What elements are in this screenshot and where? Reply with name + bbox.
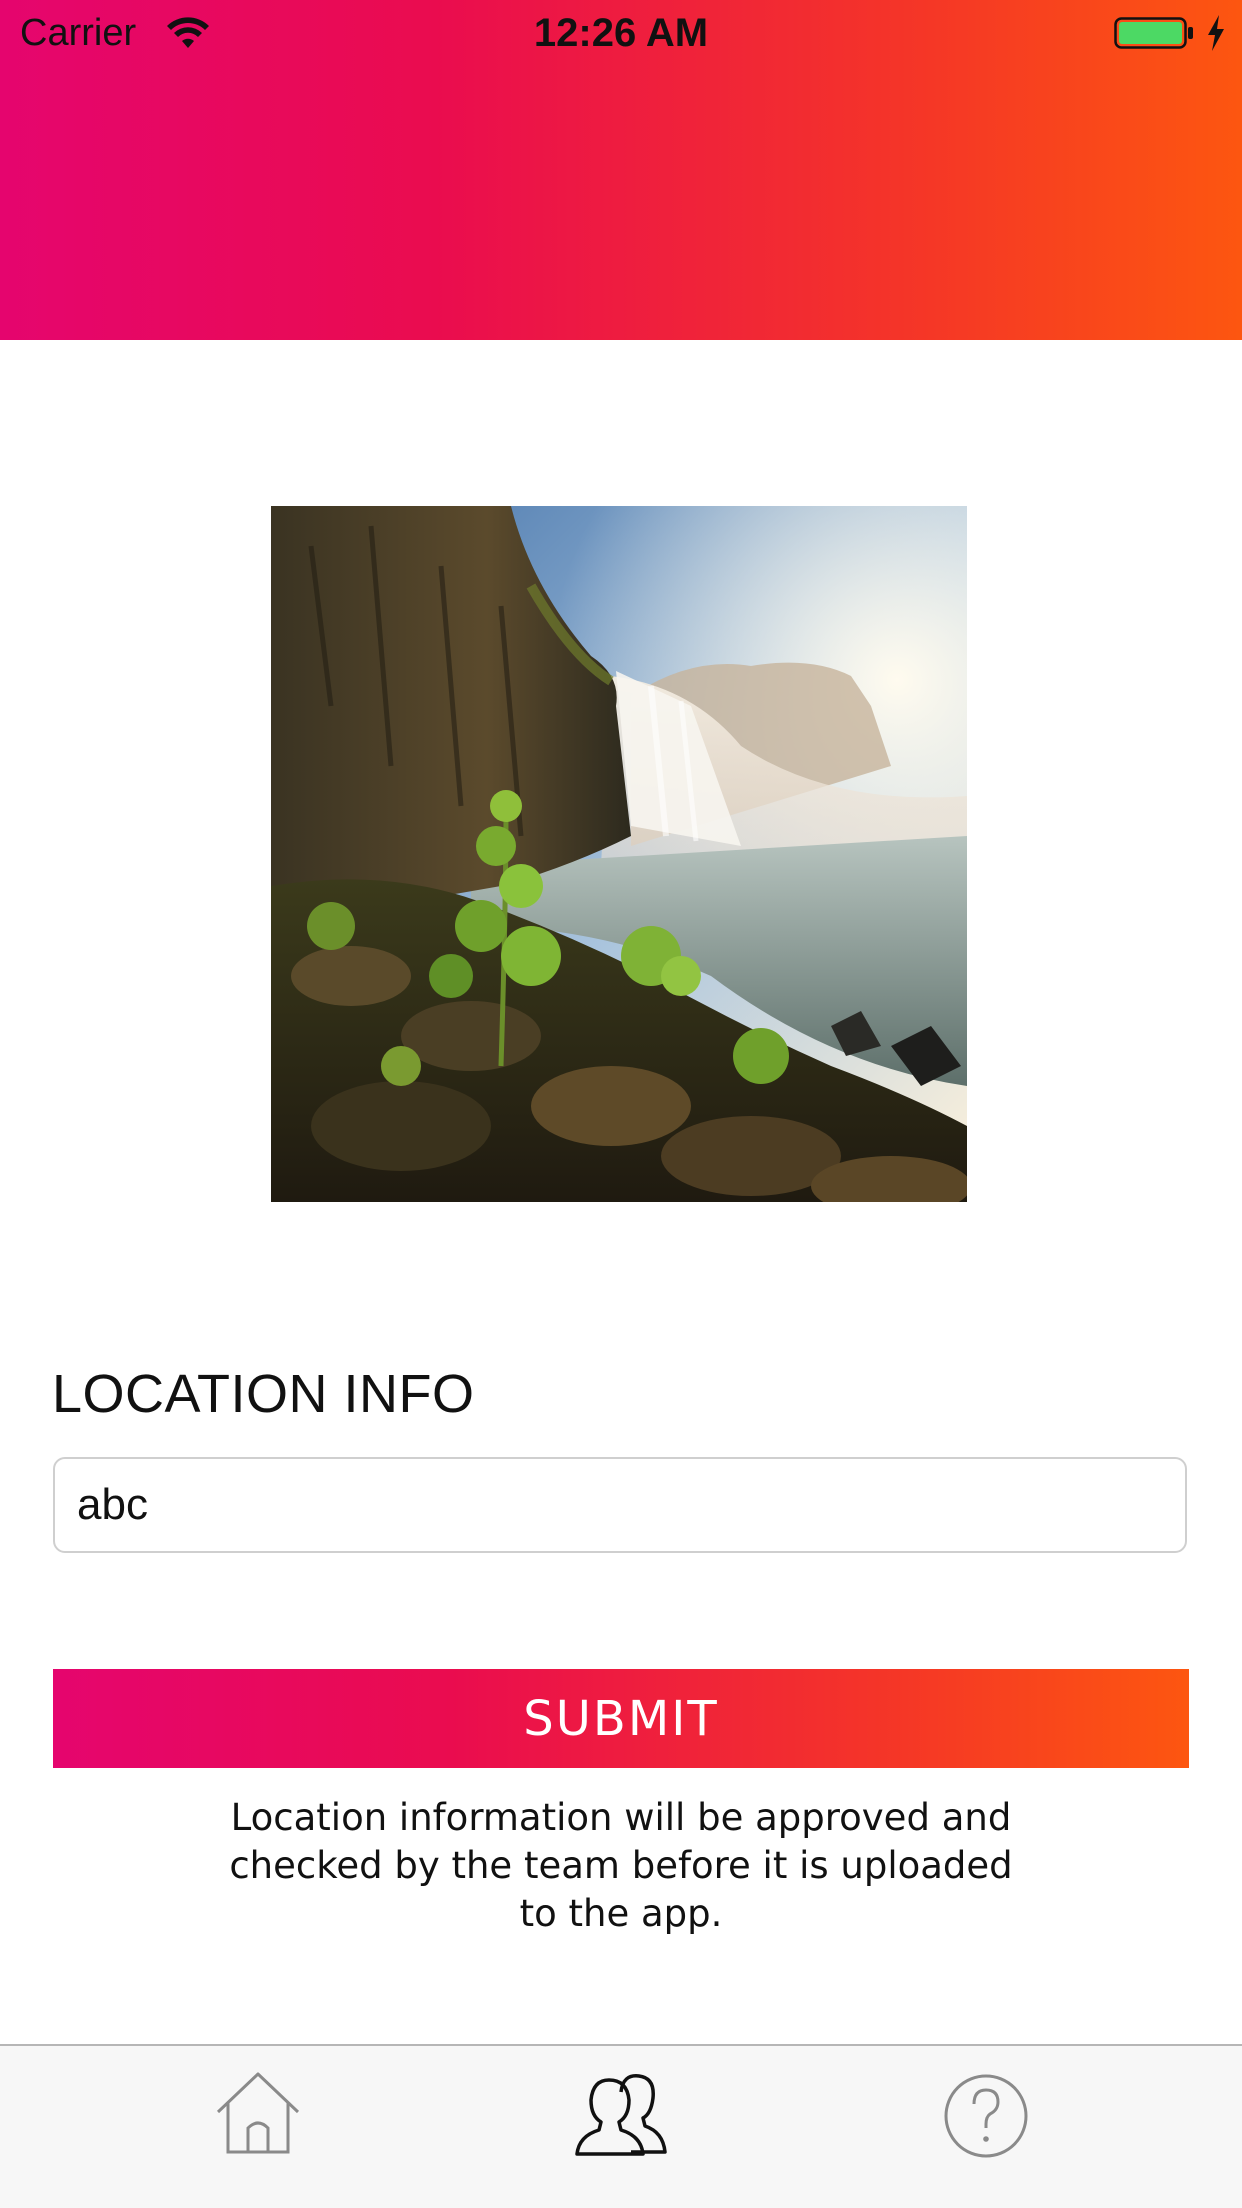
battery-icon: [1114, 16, 1194, 50]
charging-bolt-icon: [1206, 14, 1226, 52]
tab-bar: [0, 2044, 1242, 2208]
location-info-input[interactable]: [53, 1457, 1187, 1553]
location-submit-screen: Carrier 12:26 AM LOCATION INFO abc SUBMI…: [0, 0, 1242, 2208]
waterfall-photo: [271, 506, 967, 1202]
location-info-label: LOCATION INFO: [52, 1364, 475, 1424]
approval-note: Location information will be approved an…: [229, 1796, 1013, 1935]
users-icon: [571, 2066, 671, 2166]
header-gradient: Carrier 12:26 AM: [0, 0, 1242, 340]
submit-button[interactable]: SUBMIT: [53, 1669, 1189, 1768]
help-icon: [936, 2066, 1036, 2166]
status-bar: Carrier 12:26 AM: [0, 0, 1242, 66]
tab-help[interactable]: [936, 2066, 1036, 2166]
home-icon: [208, 2066, 308, 2166]
status-time: 12:26 AM: [533, 11, 709, 55]
tab-users[interactable]: [571, 2066, 671, 2166]
tab-home[interactable]: [208, 2066, 308, 2166]
